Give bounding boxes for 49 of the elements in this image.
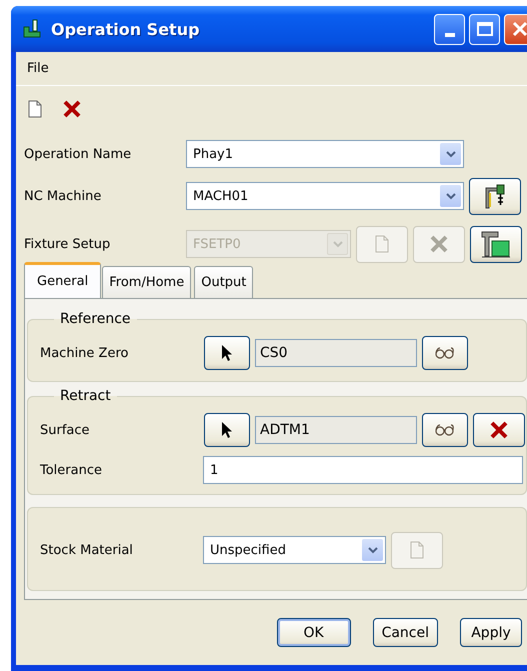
window-title: Operation Setup xyxy=(51,20,201,38)
field-label: Operation Name xyxy=(24,146,132,162)
document-icon xyxy=(410,541,424,559)
minimize-icon xyxy=(444,32,454,36)
glasses-icon xyxy=(434,424,456,436)
maximize-icon xyxy=(476,22,492,36)
tab[interactable]: From/Home xyxy=(102,266,192,298)
document-icon xyxy=(28,100,42,118)
cursor-arrow-icon xyxy=(221,344,233,362)
maximize-button[interactable] xyxy=(469,14,500,44)
app-icon xyxy=(23,19,43,39)
group-title: Reference xyxy=(59,311,132,327)
reference-field[interactable]: CS0 xyxy=(255,339,417,367)
dropdown-field[interactable]: MACH01 xyxy=(186,182,464,210)
close-icon xyxy=(489,421,509,439)
tab[interactable]: General xyxy=(24,262,102,298)
menu-item[interactable]: File xyxy=(25,59,51,78)
dialog-button[interactable]: Apply xyxy=(460,618,522,647)
document-icon xyxy=(375,235,389,253)
delete-button[interactable] xyxy=(62,100,82,118)
dropdown-field[interactable]: Phay1 xyxy=(186,140,464,168)
close-icon xyxy=(62,100,82,118)
dialog-button[interactable]: Cancel xyxy=(372,618,438,647)
reference-field[interactable]: ADTM1 xyxy=(255,416,417,444)
group-title: Retract xyxy=(59,388,112,404)
minimize-button[interactable] xyxy=(434,14,465,44)
field-label: Stock Material xyxy=(40,542,134,558)
field-label: Fixture Setup xyxy=(24,236,112,252)
close-button[interactable] xyxy=(473,413,525,447)
dropdown-field[interactable]: Unspecified xyxy=(203,536,386,564)
input-field[interactable]: 1 xyxy=(203,456,523,484)
cursor-arrow-button[interactable] xyxy=(204,336,250,370)
field-label: NC Machine xyxy=(24,188,102,204)
glasses-icon xyxy=(434,347,456,359)
close-icon xyxy=(512,21,527,37)
dialog-button[interactable]: OK xyxy=(276,618,351,647)
field-label: Tolerance xyxy=(40,462,103,478)
tab[interactable]: Output xyxy=(194,266,254,298)
field-label: Machine Zero xyxy=(40,346,130,360)
cursor-arrow-button[interactable] xyxy=(204,413,250,447)
glasses-button[interactable] xyxy=(422,336,468,370)
close-icon xyxy=(429,235,449,253)
fixture-icon xyxy=(480,230,512,258)
glasses-button[interactable] xyxy=(422,413,468,447)
new-button[interactable] xyxy=(28,100,42,118)
machine-icon xyxy=(484,183,506,209)
field-label: Surface xyxy=(40,422,91,438)
machine-button[interactable] xyxy=(469,178,521,214)
cursor-arrow-icon xyxy=(221,421,233,439)
